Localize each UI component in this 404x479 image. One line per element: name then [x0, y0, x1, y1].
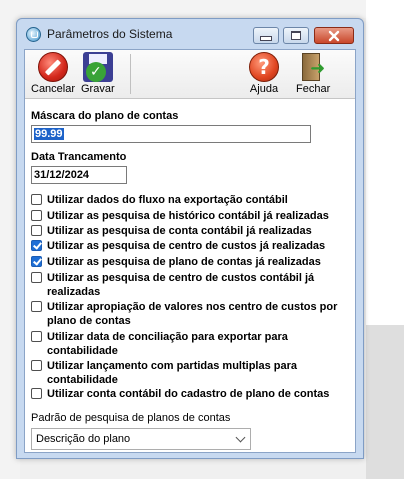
- option-checkbox[interactable]: [31, 331, 42, 342]
- option-checkbox[interactable]: [31, 301, 42, 312]
- app-icon: [26, 26, 41, 42]
- close-window-button[interactable]: [314, 27, 354, 44]
- search-default-value: Descrição do plano: [36, 433, 131, 445]
- mask-label: Máscara do plano de contas: [31, 110, 179, 122]
- background-right-panel: [366, 325, 404, 479]
- option-row[interactable]: Utilizar as pesquisa de plano de contas …: [31, 255, 351, 269]
- chevron-down-icon: [235, 432, 246, 443]
- option-row[interactable]: Utilizar lançamento com partidas multipl…: [31, 359, 351, 387]
- lock-date-value: 31/12/2024: [34, 169, 90, 181]
- maximize-button[interactable]: [283, 27, 309, 44]
- option-label: Utilizar lançamento com partidas multipl…: [47, 360, 298, 386]
- option-checkbox[interactable]: [31, 388, 42, 399]
- save-icon: [82, 52, 113, 82]
- toolbar: Cancelar Gravar ? Ajuda Fechar: [25, 50, 355, 99]
- option-label: Utilizar apropiação de valores nos centr…: [47, 301, 338, 327]
- option-label: Utilizar conta contábil do cadastro de p…: [47, 388, 330, 400]
- cancel-button[interactable]: Cancelar: [31, 52, 75, 95]
- option-label: Utilizar as pesquisa de conta contábil j…: [47, 225, 312, 237]
- mask-input[interactable]: 99.99: [31, 125, 311, 143]
- cancel-icon: [38, 52, 69, 82]
- option-row[interactable]: Utilizar as pesquisa de conta contábil j…: [31, 224, 351, 238]
- search-default-label: Padrão de pesquisa de planos de contas: [31, 412, 231, 424]
- close-icon: [328, 30, 340, 41]
- option-label: Utilizar as pesquisa de histórico contáb…: [47, 210, 329, 222]
- close-label: Fechar: [296, 83, 331, 95]
- save-button[interactable]: Gravar: [81, 52, 115, 95]
- option-row[interactable]: Utilizar data de conciliação para export…: [31, 330, 351, 358]
- option-checkbox[interactable]: [31, 256, 42, 267]
- help-label: Ajuda: [249, 83, 279, 95]
- help-icon: ?: [249, 52, 279, 82]
- maximize-icon: [291, 31, 301, 40]
- option-row[interactable]: Utilizar dados do fluxo na exportação co…: [31, 193, 351, 207]
- mask-value: 99.99: [34, 128, 64, 140]
- option-label: Utilizar as pesquisa de plano de contas …: [47, 256, 321, 268]
- option-checkbox[interactable]: [31, 272, 42, 283]
- minimize-button[interactable]: [253, 27, 279, 44]
- option-label: Utilizar as pesquisa de centro de custos…: [47, 272, 315, 298]
- option-row[interactable]: Utilizar as pesquisa de centro de custos…: [31, 239, 351, 253]
- option-row[interactable]: Utilizar conta contábil do cadastro de p…: [31, 387, 351, 401]
- help-button[interactable]: ? Ajuda: [249, 52, 279, 95]
- cancel-label: Cancelar: [31, 83, 76, 95]
- lock-date-label: Data Trancamento: [31, 151, 127, 163]
- close-button[interactable]: Fechar: [296, 52, 330, 95]
- option-row[interactable]: Utilizar apropiação de valores nos centr…: [31, 300, 351, 328]
- search-default-select[interactable]: Descrição do plano: [31, 428, 251, 450]
- toolbar-separator: [130, 54, 131, 94]
- lock-date-input[interactable]: 31/12/2024: [31, 166, 127, 184]
- parameters-window: Parâmetros do Sistema Cancelar Gravar ? …: [16, 18, 364, 459]
- option-checkbox[interactable]: [31, 225, 42, 236]
- minimize-icon: [260, 35, 272, 41]
- option-checkbox[interactable]: [31, 194, 42, 205]
- window-title: Parâmetros do Sistema: [47, 27, 173, 41]
- option-label: Utilizar dados do fluxo na exportação co…: [47, 194, 288, 206]
- option-checkbox[interactable]: [31, 210, 42, 221]
- option-checkbox[interactable]: [31, 240, 42, 251]
- window-content: Cancelar Gravar ? Ajuda Fechar Máscara d…: [24, 49, 356, 453]
- option-row[interactable]: Utilizar as pesquisa de centro de custos…: [31, 271, 351, 299]
- option-label: Utilizar as pesquisa de centro de custos…: [47, 240, 326, 252]
- save-label: Gravar: [81, 83, 115, 95]
- background-top: [0, 0, 404, 18]
- option-row[interactable]: Utilizar as pesquisa de histórico contáb…: [31, 209, 351, 223]
- option-label: Utilizar data de conciliação para export…: [47, 331, 288, 357]
- exit-door-icon: [298, 52, 328, 82]
- option-checkbox[interactable]: [31, 360, 42, 371]
- title-bar[interactable]: Parâmetros do Sistema: [17, 19, 363, 49]
